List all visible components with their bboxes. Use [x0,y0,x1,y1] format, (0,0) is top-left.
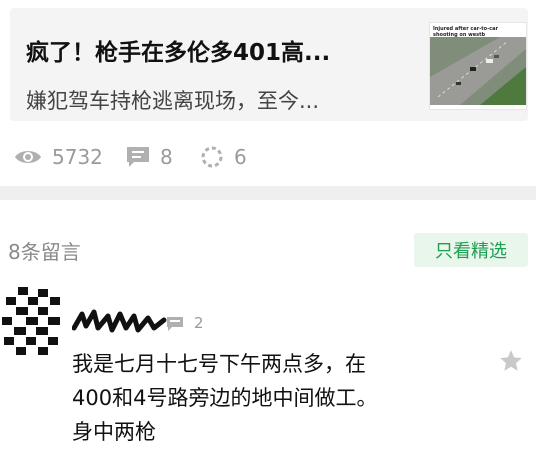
article-thumbnail[interactable]: Injured after car-to-car shooting on wes… [429,22,527,110]
article-card[interactable]: 疯了！枪手在多伦多401高... 嫌犯驾车持枪逃离现场，至今... Injure… [10,8,528,121]
comment-line: 身中两枪 [72,420,156,444]
share-icon [201,146,223,168]
reply-icon[interactable] [166,316,184,332]
comment-text: 我是七月十七号下午两点多，在 400和4号路旁边的地中间做工。 身中两枪 [72,347,452,449]
featured-only-button[interactable]: 只看精选 [414,233,528,267]
comment-line: 400和4号路旁边的地中间做工。 [72,386,378,410]
article-title[interactable]: 疯了！枪手在多伦多401高... [26,33,406,67]
comments-stat[interactable]: 8 [126,140,173,174]
comment-line: 我是七月十七号下午两点多，在 [72,352,366,376]
eye-icon [15,151,41,163]
comment-icon [127,147,149,167]
username-redacted[interactable] [72,306,168,336]
comments-count: 8 [160,145,173,169]
shares-count: 6 [234,145,247,169]
views-count: 5732 [52,145,103,169]
views-stat: 5732 [14,140,103,174]
comment-count-label: 8条留言 [8,240,81,264]
article-summary: 嫌犯驾车持枪逃离现场，至今... [26,89,320,113]
section-divider [0,186,536,200]
shares-stat[interactable]: 6 [200,140,247,174]
star-icon[interactable] [498,348,524,374]
article-stats: 5732 8 6 [14,140,414,174]
reply-count: 2 [194,314,204,332]
highway-photo [430,37,526,105]
avatar[interactable] [0,287,62,355]
